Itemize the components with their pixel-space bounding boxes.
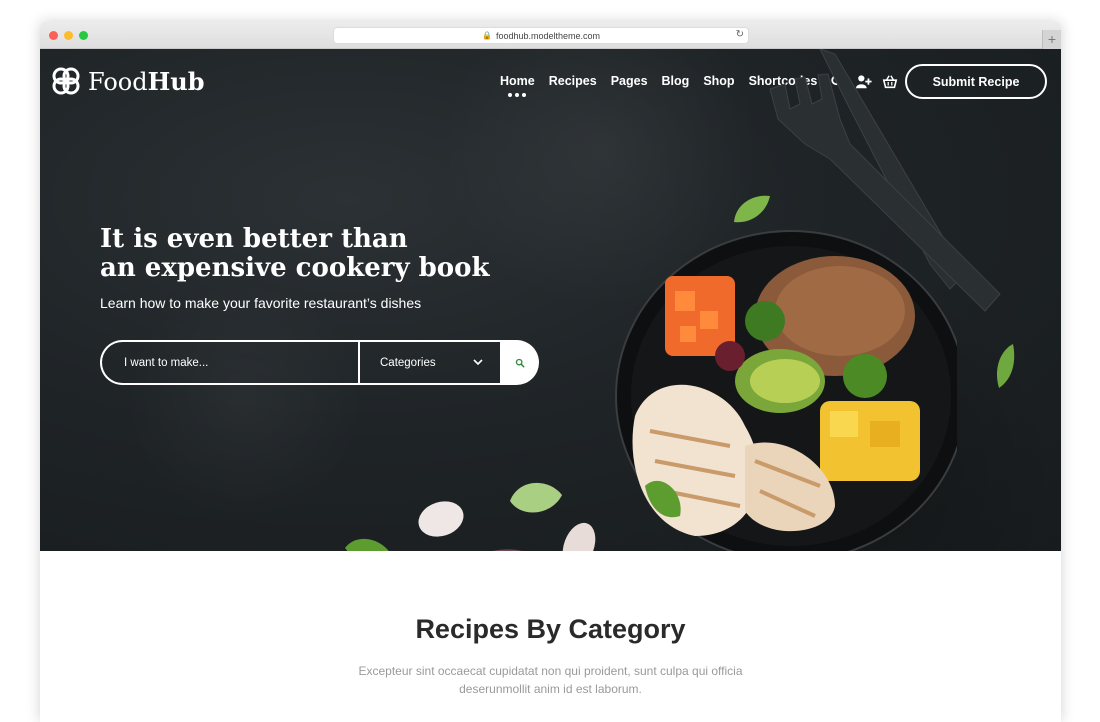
basil-leaf-decoration xyxy=(996,344,1015,388)
address-bar[interactable]: 🔒 foodhub.modeltheme.com ↻ xyxy=(333,27,749,44)
lock-icon: 🔒 xyxy=(481,31,492,40)
hero-section: FoodHub Home Recipes Pages Blog Shop Sho… xyxy=(40,49,1061,551)
section-description-line2: deserunmollit anim id est laborum. xyxy=(459,682,642,696)
recipe-search-input[interactable]: I want to make... xyxy=(100,340,358,385)
hero-headline-line2: an expensive cookery book xyxy=(100,253,490,283)
nav-item-blog[interactable]: Blog xyxy=(662,74,690,88)
hero-subtitle: Learn how to make your favorite restaura… xyxy=(100,295,422,311)
basil-leaf-decoration xyxy=(493,549,523,551)
nav-item-label: Blog xyxy=(661,74,690,88)
chevron-down-icon xyxy=(473,359,483,366)
maximize-window-button[interactable] xyxy=(79,31,88,40)
section-description: Excepteur sint occaecat cupidatat non qu… xyxy=(340,662,761,698)
nav-item-label: Shop xyxy=(703,74,735,88)
logo-wordmark: FoodHub xyxy=(88,67,205,96)
nav-item-pages[interactable]: Pages xyxy=(611,74,648,88)
minimize-window-button[interactable] xyxy=(64,31,73,40)
search-icon xyxy=(515,358,525,367)
nav-item-shop[interactable]: Shop xyxy=(703,74,734,88)
basil-leaf-decoration xyxy=(345,539,389,551)
basil-leaf-decoration xyxy=(734,195,770,223)
url-text: foodhub.modeltheme.com xyxy=(495,30,601,41)
logo-knot-icon xyxy=(52,67,80,95)
recipe-search-form: I want to make... Categories xyxy=(100,340,539,385)
browser-toolbar: 🔒 foodhub.modeltheme.com ↻ + xyxy=(40,22,1061,49)
nav-item-label: Pages xyxy=(610,74,648,88)
logo-text-bold: Hub xyxy=(147,66,205,96)
browser-window: 🔒 foodhub.modeltheme.com ↻ + FoodHub Hom… xyxy=(40,22,1061,722)
basil-leaf-decoration xyxy=(510,482,562,513)
reload-icon[interactable]: ↻ xyxy=(736,29,744,40)
hero-headline: It is even better than an expensive cook… xyxy=(100,225,490,283)
category-select[interactable]: Categories xyxy=(358,340,502,385)
section-title: Recipes By Category xyxy=(415,614,686,644)
category-select-value: Categories xyxy=(380,356,436,369)
search-submit-button[interactable] xyxy=(501,340,539,385)
food-bowl-image xyxy=(615,230,957,551)
new-tab-button[interactable]: + xyxy=(1042,30,1061,49)
close-window-button[interactable] xyxy=(49,31,58,40)
hero-headline-line1: It is even better than xyxy=(100,224,408,254)
section-description-line1: Excepteur sint occaecat cupidatat non qu… xyxy=(358,664,743,678)
logo-text-light: Food xyxy=(88,67,148,96)
active-indicator xyxy=(508,93,527,97)
site-logo[interactable]: FoodHub xyxy=(50,65,205,97)
nav-item-recipes[interactable]: Recipes xyxy=(549,74,597,88)
nav-item-home[interactable]: Home xyxy=(500,74,535,97)
nav-item-label: Home xyxy=(500,74,535,88)
nav-item-label: Recipes xyxy=(548,74,597,88)
